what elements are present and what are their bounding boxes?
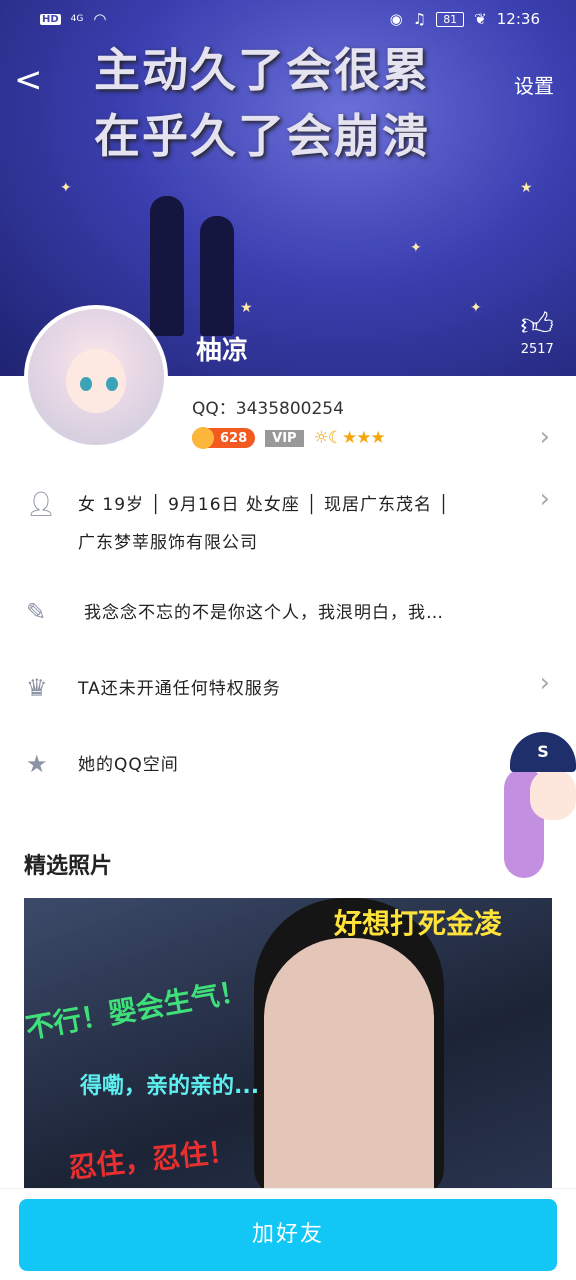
star-decoration: ★ — [240, 300, 253, 316]
avatar-eye — [80, 377, 92, 391]
chevron-right-icon[interactable]: › — [540, 422, 550, 452]
photo-caption: 得嘞，亲的亲的... — [80, 1074, 260, 1099]
coin-value: 628 — [220, 430, 248, 446]
back-button[interactable]: < — [14, 60, 43, 100]
star-decoration: ★ — [520, 180, 533, 196]
chevron-right-icon: › — [539, 484, 550, 514]
mascot-face — [530, 770, 576, 820]
featured-photo[interactable]: 好想打死金凌 不行！婴会生气！ 得嘞，亲的亲的... 忍住，忍住！ — [24, 898, 552, 1198]
badges-row[interactable]: 628 VIP ☼☾★★★ — [192, 427, 386, 449]
thumbs-up-icon: 👍︎ — [520, 305, 554, 343]
like-count: 2517 — [520, 342, 554, 357]
qzone-star-icon: ★ — [26, 750, 48, 778]
battery-icon: 81 — [436, 11, 465, 27]
photo-caption: 不行！婴会生气！ — [24, 973, 250, 1046]
nickname: 柚凉 — [196, 336, 249, 366]
basic-info-text: 女 19岁 │ 9月16日 处女座 │ 现居广东茂名 │ — [78, 495, 450, 515]
qq-number-row: QQ：3435800254 — [192, 394, 344, 419]
level-icons: ☼☾★★★ — [313, 428, 386, 448]
qq-label: QQ： — [192, 399, 236, 419]
photo-caption: 好想打死金凌 — [334, 907, 503, 940]
banner-text-line: 在乎久了会崩溃 — [94, 109, 430, 163]
leaf-icon: ❦ — [474, 10, 487, 28]
eye-icon: ◉ — [389, 10, 403, 28]
status-bar: HD 4G ◠ ◉ ♫ 81 ❦ 12:36 — [0, 10, 576, 32]
silhouette — [200, 216, 234, 336]
banner-text-line: 主动久了会很累 — [94, 43, 430, 97]
avatar[interactable] — [24, 305, 168, 449]
mascot-cap: S — [510, 732, 576, 772]
like-button[interactable]: 👍︎ 2517 — [521, 306, 554, 357]
vip-badge: VIP — [265, 429, 304, 447]
photo-caption: 忍住，忍住！ — [66, 1134, 238, 1185]
add-friend-button[interactable]: 加好友 — [19, 1199, 557, 1271]
clock: 12:36 — [496, 10, 540, 28]
settings-button[interactable]: 设置 — [514, 70, 554, 99]
section-title-photos: 精选照片 — [24, 854, 113, 879]
silhouette — [150, 196, 184, 336]
signature-text: 我念念不忘的不是你这个人，我泿明白，我… — [84, 603, 444, 623]
star-decoration: ✦ — [470, 300, 482, 316]
sun-icon — [192, 427, 214, 449]
photo-person — [264, 938, 434, 1198]
crown-icon: ♛ — [26, 674, 48, 702]
qq-number: 3435800254 — [235, 399, 344, 419]
signal-icon: 4G — [70, 14, 84, 24]
company-text: 广东梦莘服饰有限公司 — [78, 533, 258, 553]
pencil-icon: ✎ — [26, 598, 47, 626]
bottom-bar: 加好友 — [0, 1188, 576, 1280]
bell-off-icon: ♫ — [412, 10, 427, 28]
hd-icon: HD — [40, 13, 61, 25]
star-decoration: ✦ — [60, 180, 72, 196]
star-decoration: ✦ — [410, 240, 422, 256]
privileges-text: TA还未开通任何特权服务 — [78, 679, 281, 699]
coin-badge: 628 — [192, 427, 256, 449]
person-icon: 👤︎ — [26, 490, 57, 518]
avatar-eye — [106, 377, 118, 391]
chevron-right-icon: › — [539, 668, 550, 698]
wifi-icon: ◠ — [93, 10, 107, 28]
qzone-text: 她的QQ空间 — [78, 755, 179, 775]
